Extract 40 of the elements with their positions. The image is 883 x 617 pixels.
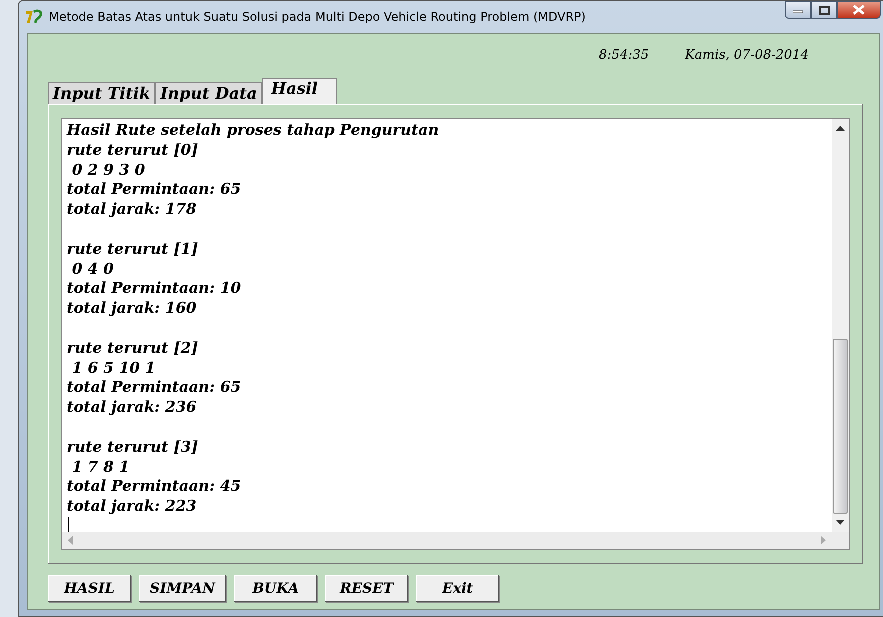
maximize-icon <box>818 6 830 14</box>
minimize-button[interactable] <box>785 1 811 19</box>
route-demand: total Permintaan: 65 <box>67 378 242 398</box>
vertical-scrollbar[interactable] <box>832 119 849 532</box>
action-button[interactable]: Exit <box>416 575 500 602</box>
route-demand: total Permintaan: 45 <box>67 477 242 498</box>
route-sequence: 0 4 0 <box>71 260 114 280</box>
route-sequence: 1 6 5 10 1 <box>71 358 156 378</box>
app-icon <box>25 9 43 25</box>
route-sequence: 0 2 9 3 0 <box>71 160 146 180</box>
scroll-thumb[interactable] <box>833 339 848 514</box>
route-demand: total Permintaan: 10 <box>67 279 242 300</box>
action-button[interactable]: BUKA <box>234 575 318 602</box>
route-title: rute terurut [2] <box>67 338 198 359</box>
close-button[interactable] <box>837 1 881 19</box>
output-heading: Hasil Rute setelah proses tahap Pengurutan <box>67 121 440 141</box>
tab[interactable]: Input Titik <box>48 82 156 104</box>
tab[interactable]: Input Data <box>155 82 262 104</box>
route-distance: total jarak: 223 <box>67 497 197 517</box>
route-title: rute terurut [0] <box>67 140 198 161</box>
maximize-button[interactable] <box>811 1 837 19</box>
scroll-up-icon[interactable] <box>836 126 845 131</box>
route-demand: total Permintaan: 65 <box>67 180 242 200</box>
window-title: Metode Batas Atas untuk Suatu Solusi pada Multi Depo Vehicle Routing Problem (MDVRP) <box>49 10 586 24</box>
clock-date: Kamis, 07-08-2014 <box>685 48 809 65</box>
close-icon <box>853 5 865 15</box>
clock-time: 8:54:35 <box>599 48 650 65</box>
action-button[interactable]: RESET <box>325 575 408 602</box>
tab[interactable]: Hasil <box>262 78 337 104</box>
scrollbar-corner <box>832 532 849 549</box>
scroll-down-icon[interactable] <box>836 520 845 525</box>
route-distance: total jarak: 160 <box>67 299 197 319</box>
route-title: rute terurut [3] <box>67 438 198 458</box>
route-sequence: 1 7 8 1 <box>71 458 130 478</box>
action-button[interactable]: SIMPAN <box>139 575 226 602</box>
route-distance: total jarak: 178 <box>67 200 197 220</box>
route-title: rute terurut [1] <box>67 240 198 260</box>
route-distance: total jarak: 236 <box>67 398 197 418</box>
text-cursor <box>68 516 69 532</box>
action-button[interactable]: HASIL <box>48 575 131 602</box>
